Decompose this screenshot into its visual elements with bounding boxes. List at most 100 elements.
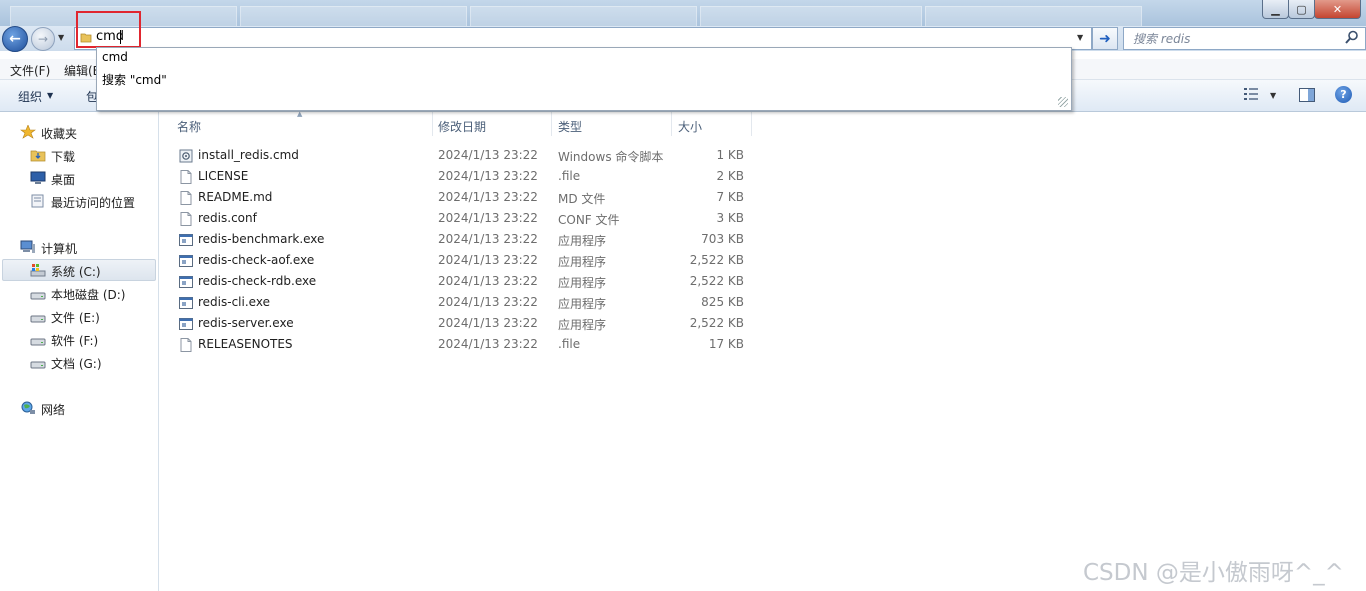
file-size: 17 KB	[708, 337, 744, 351]
column-divider[interactable]	[671, 112, 672, 136]
recent-places-icon	[31, 194, 44, 208]
nav-desktop[interactable]: 桌面	[51, 171, 75, 188]
nav-drive-c[interactable]: 系统 (C:)	[51, 263, 101, 280]
back-arrow-icon: ←	[9, 31, 21, 47]
exe-icon	[179, 296, 193, 310]
file-type: 应用程序	[558, 297, 607, 311]
file-date: 2024/1/13 23:22	[438, 295, 538, 309]
go-button[interactable]: ➜	[1092, 27, 1118, 50]
file-name: redis-cli.exe	[198, 295, 270, 309]
file-name: redis-check-aof.exe	[198, 253, 315, 267]
file-type: 应用程序	[558, 276, 607, 290]
file-type: 应用程序	[558, 318, 607, 332]
file-name: redis-check-rdb.exe	[198, 274, 317, 288]
forward-arrow-icon: →	[37, 32, 49, 46]
file-name: redis.conf	[198, 211, 257, 225]
column-header-type[interactable]: 类型	[558, 118, 582, 135]
organize-button[interactable]: 组织	[18, 88, 42, 105]
file-date: 2024/1/13 23:22	[438, 211, 538, 225]
forward-button[interactable]: →	[31, 27, 55, 51]
nav-drive-g[interactable]: 文档 (G:)	[51, 355, 102, 372]
file-size: 825 KB	[701, 295, 744, 309]
file-size: 2,522 KB	[689, 253, 744, 267]
background-tab[interactable]	[700, 6, 922, 27]
nav-computer[interactable]: 计算机	[41, 240, 77, 257]
file-date: 2024/1/13 23:22	[438, 253, 538, 267]
nav-network[interactable]: 网络	[41, 401, 65, 418]
menu-file[interactable]: 文件(F)	[10, 62, 50, 79]
file-type: 应用程序	[558, 234, 607, 248]
drive-icon	[30, 292, 46, 300]
file-name: redis-server.exe	[198, 316, 294, 330]
file-size: 703 KB	[701, 232, 744, 246]
column-divider[interactable]	[432, 112, 433, 136]
column-header-name[interactable]: 名称	[177, 118, 201, 135]
close-button[interactable]: ✕	[1314, 0, 1361, 19]
exe-icon	[179, 317, 193, 331]
file-type: .file	[558, 169, 581, 183]
file-type: 应用程序	[558, 255, 607, 269]
exe-icon	[179, 275, 193, 289]
file-date: 2024/1/13 23:22	[438, 337, 538, 351]
network-icon	[21, 401, 35, 414]
column-header-date[interactable]: 修改日期	[438, 118, 486, 135]
file-date: 2024/1/13 23:22	[438, 148, 538, 162]
file-size: 1 KB	[716, 148, 744, 162]
file-name: RELEASENOTES	[198, 337, 293, 351]
computer-icon	[20, 240, 35, 253]
preview-pane-icon[interactable]	[1299, 88, 1315, 102]
file-icon	[179, 212, 193, 226]
search-placeholder: 搜索 redis	[1133, 32, 1191, 46]
exe-icon	[179, 254, 193, 268]
nav-drive-e[interactable]: 文件 (E:)	[51, 309, 100, 326]
file-name: install_redis.cmd	[198, 148, 299, 162]
help-icon[interactable]: ?	[1335, 86, 1352, 103]
background-tab[interactable]	[470, 6, 697, 27]
file-size: 2 KB	[716, 169, 744, 183]
file-date: 2024/1/13 23:22	[438, 169, 538, 183]
nav-drive-d[interactable]: 本地磁盘 (D:)	[51, 286, 125, 303]
watermark: CSDN @是小傲雨呀^_^	[1083, 560, 1344, 586]
file-name: redis-benchmark.exe	[198, 232, 325, 246]
desktop-icon	[30, 171, 46, 184]
nav-drive-f[interactable]: 软件 (F:)	[51, 332, 98, 349]
background-tab[interactable]	[925, 6, 1142, 27]
autocomplete-item[interactable]: cmd	[102, 50, 128, 64]
file-size: 7 KB	[716, 190, 744, 204]
cmd-script-icon	[179, 149, 193, 163]
address-dropdown-icon[interactable]: ▼	[1077, 33, 1083, 42]
exe-icon	[179, 233, 193, 247]
back-button[interactable]: ←	[2, 26, 28, 52]
file-date: 2024/1/13 23:22	[438, 190, 538, 204]
view-options-icon[interactable]	[1244, 88, 1258, 100]
maximize-button[interactable]: ▢	[1288, 0, 1315, 19]
recent-pages-dropdown-icon[interactable]: ▼	[58, 33, 64, 42]
file-date: 2024/1/13 23:22	[438, 274, 538, 288]
autocomplete-search-item[interactable]: 搜索 "cmd"	[102, 71, 167, 88]
file-size: 2,522 KB	[689, 274, 744, 288]
file-icon	[179, 170, 193, 184]
title-bar	[0, 0, 1366, 27]
nav-recent-places[interactable]: 最近访问的位置	[51, 194, 135, 211]
minimize-button[interactable]: ▁	[1262, 0, 1289, 19]
annotation-highlight-box	[76, 11, 141, 48]
file-icon	[179, 191, 193, 205]
menu-edit[interactable]: 编辑(E	[64, 62, 100, 79]
chevron-down-icon[interactable]: ▼	[1270, 91, 1276, 100]
file-icon	[179, 338, 193, 352]
column-header-size[interactable]: 大小	[678, 118, 702, 135]
file-type: Windows 命令脚本	[558, 150, 664, 164]
search-icon[interactable]	[1344, 29, 1360, 45]
go-arrow-icon: ➜	[1099, 30, 1111, 47]
file-type: .file	[558, 337, 581, 351]
column-divider[interactable]	[751, 112, 752, 136]
navigation-pane	[0, 112, 159, 591]
column-divider[interactable]	[551, 112, 552, 136]
star-icon	[20, 125, 36, 139]
drive-icon	[30, 361, 46, 369]
system-drive-icon	[30, 264, 46, 277]
resize-grip[interactable]	[1058, 97, 1068, 107]
nav-downloads[interactable]: 下载	[51, 148, 75, 165]
background-tab[interactable]	[240, 6, 467, 27]
nav-favorites[interactable]: 收藏夹	[41, 125, 77, 142]
